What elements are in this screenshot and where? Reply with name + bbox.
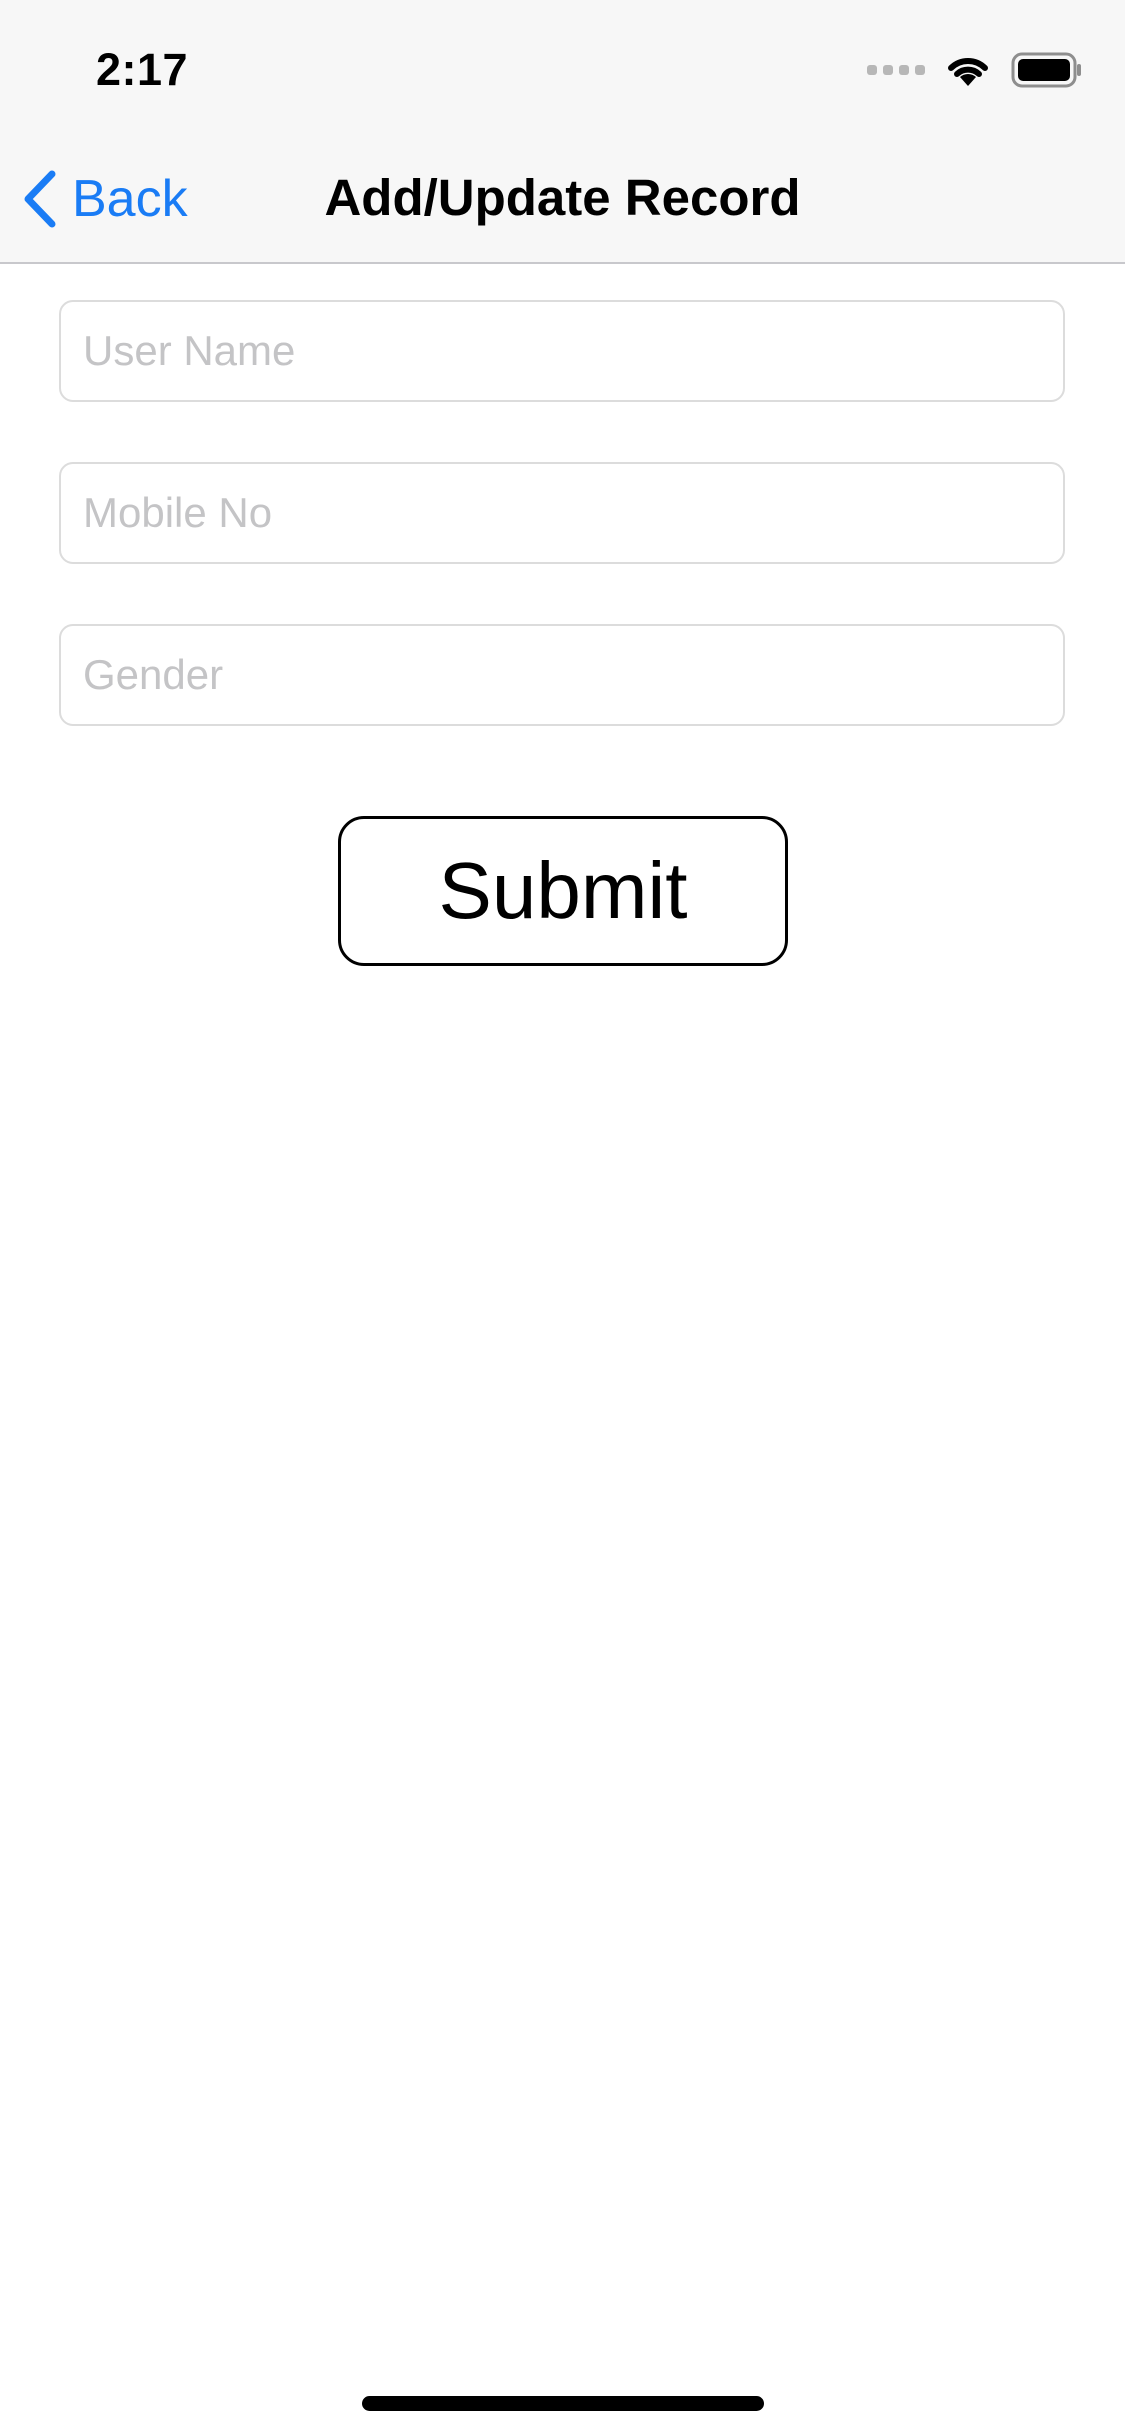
status-time: 2:17 xyxy=(96,44,189,95)
user-name-input[interactable] xyxy=(59,300,1065,402)
wifi-icon xyxy=(948,57,988,86)
navigation-header: 2:17 Back Add/Update Record xyxy=(0,0,1125,264)
battery-icon xyxy=(1011,52,1081,88)
mobile-no-input[interactable] xyxy=(59,462,1065,564)
status-icons xyxy=(867,50,1083,90)
cellular-signal-icon xyxy=(867,65,925,75)
page-title: Add/Update Record xyxy=(324,169,801,226)
gender-input[interactable] xyxy=(59,624,1065,726)
submit-button[interactable]: Submit xyxy=(338,816,788,966)
home-indicator xyxy=(362,2396,764,2411)
